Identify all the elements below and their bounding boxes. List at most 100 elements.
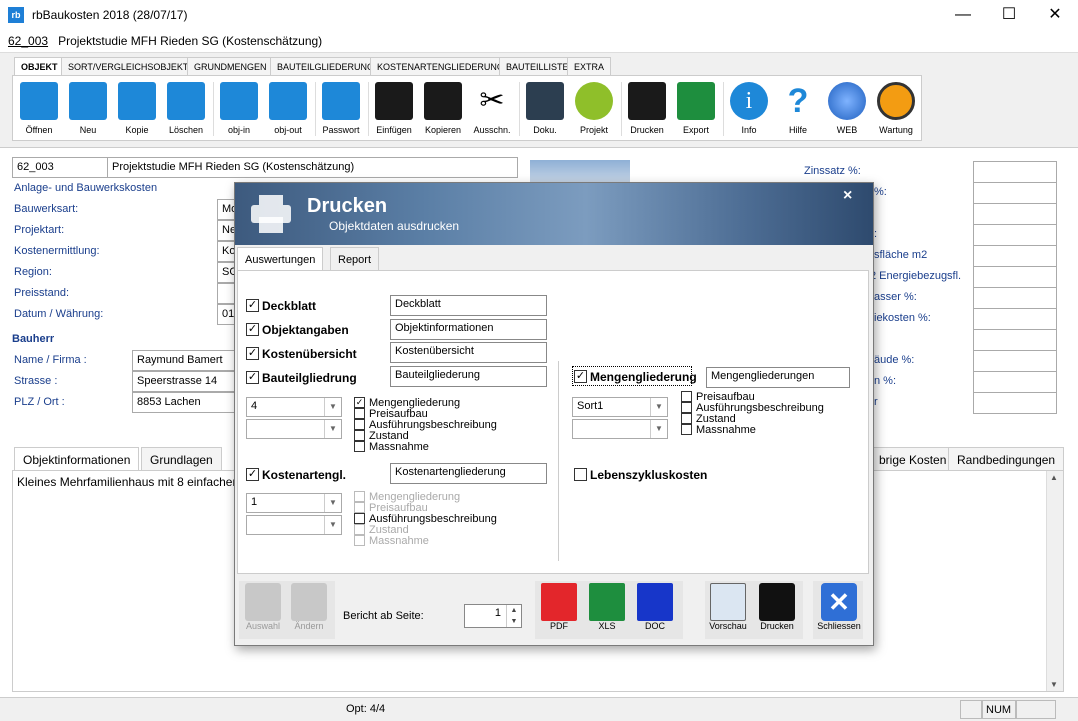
- objektangaben-field[interactable]: Objektinformationen: [390, 319, 547, 340]
- bauteil-zustand-checkbox[interactable]: [354, 430, 365, 441]
- minimize-button[interactable]: —: [940, 0, 986, 30]
- kostenuebersicht-checkbox[interactable]: ✓: [246, 347, 259, 360]
- obj-in-button[interactable]: obj-in: [215, 80, 263, 138]
- mg-preis-checkbox[interactable]: [681, 391, 692, 402]
- obj-out-button[interactable]: obj-out: [264, 80, 312, 138]
- lebenszyklus-checkbox[interactable]: [574, 468, 587, 481]
- label-projektart: Projektart:: [14, 224, 65, 236]
- kostenart-checkbox[interactable]: ✓: [246, 468, 259, 481]
- vorschau-button[interactable]: Vorschau: [706, 583, 750, 631]
- drucken-button[interactable]: Drucken: [623, 80, 671, 138]
- xls-button[interactable]: XLS: [585, 583, 629, 631]
- dialog-close-icon[interactable]: ×: [843, 187, 852, 205]
- schliessen-button[interactable]: ✕ Schliessen: [816, 583, 862, 631]
- drucken-dialog-button[interactable]: Drucken: [755, 583, 799, 631]
- mg-zustand-checkbox[interactable]: [681, 413, 692, 424]
- bauteil-massnahme-checkbox[interactable]: [354, 441, 365, 452]
- tab-bauteilgliederung[interactable]: BAUTEILGLIEDERUNG: [270, 57, 382, 75]
- bauteilgliederung-checkbox[interactable]: ✓: [246, 371, 259, 384]
- kopieren-button[interactable]: Kopieren: [419, 80, 467, 138]
- right-field-12[interactable]: [973, 392, 1057, 414]
- name-field[interactable]: Raymund Bamert: [132, 350, 236, 371]
- passwort-button[interactable]: Passwort: [317, 80, 365, 138]
- object-name-field[interactable]: Projektstudie MFH Rieden SG (Kostenschät…: [107, 157, 518, 178]
- chevron-down-icon[interactable]: ▼: [324, 494, 341, 512]
- doc-button[interactable]: DOC: [633, 583, 677, 631]
- deckblatt-checkbox[interactable]: ✓: [246, 299, 259, 312]
- tab-report[interactable]: Report: [330, 247, 380, 271]
- mg-massnahme-checkbox[interactable]: [681, 424, 692, 435]
- xls-icon: [677, 82, 715, 120]
- kostenart-sort-select[interactable]: ▼: [246, 515, 342, 535]
- right-field-3[interactable]: [973, 203, 1057, 225]
- tab-bauteilliste[interactable]: BAUTEILLISTE: [499, 57, 576, 75]
- bauteilgliederung-field[interactable]: Bauteilgliederung: [390, 366, 547, 387]
- chevron-down-icon[interactable]: ▼: [650, 398, 667, 416]
- tab-auswertungen[interactable]: Auswertungen: [237, 247, 324, 271]
- oeffnen-button[interactable]: Öffnen: [15, 80, 63, 138]
- plz-field[interactable]: 8853 Lachen: [132, 392, 236, 413]
- right-field-10[interactable]: [973, 350, 1057, 372]
- menge-sort-select[interactable]: Sort1 ▼: [572, 397, 668, 417]
- wartung-button[interactable]: Wartung: [872, 80, 920, 138]
- tab-sort[interactable]: SORT/VERGLEICHSOBJEKTE: [61, 57, 202, 75]
- right-field-6[interactable]: [973, 266, 1057, 288]
- menge-focus-box[interactable]: ✓ Mengengliederung: [572, 366, 697, 386]
- scroll-down-icon[interactable]: ▼: [1050, 680, 1058, 689]
- mg-ausf-checkbox[interactable]: [681, 402, 692, 413]
- chevron-down-icon[interactable]: ▼: [324, 516, 341, 534]
- tab-grundmengen[interactable]: GRUNDMENGEN: [187, 57, 274, 75]
- loeschen-button[interactable]: Löschen: [162, 80, 210, 138]
- menge-checkbox[interactable]: ✓: [574, 370, 587, 383]
- scroll-up-icon[interactable]: ▲: [1050, 473, 1058, 482]
- ausschneiden-button[interactable]: ✂ Ausschn.: [468, 80, 516, 138]
- ka-ausf-checkbox[interactable]: [354, 513, 365, 524]
- objektangaben-checkbox[interactable]: ✓: [246, 323, 259, 336]
- kostenart-level-select[interactable]: 1 ▼: [246, 493, 342, 513]
- projekt-button[interactable]: Projekt: [570, 80, 618, 138]
- info-button[interactable]: i Info: [725, 80, 773, 138]
- tab-extra[interactable]: EXTRA: [567, 57, 612, 75]
- doku-button[interactable]: Doku.: [521, 80, 569, 138]
- maximize-button[interactable]: ☐: [986, 0, 1032, 30]
- tab-uebrige-kosten[interactable]: brige Kosten: [870, 447, 956, 471]
- menge-sort2-select[interactable]: ▼: [572, 419, 668, 439]
- scrollbar[interactable]: ▲ ▼: [1046, 471, 1063, 691]
- right-field-5[interactable]: [973, 245, 1057, 267]
- export-button[interactable]: Export: [672, 80, 720, 138]
- kostenart-field[interactable]: Kostenartengliederung: [390, 463, 547, 484]
- einfuegen-button[interactable]: Einfügen: [370, 80, 418, 138]
- strasse-field[interactable]: Speerstrasse 14: [132, 371, 236, 392]
- right-field-11[interactable]: [973, 371, 1057, 393]
- right-field-2[interactable]: [973, 182, 1057, 204]
- hilfe-button[interactable]: ? Hilfe: [774, 80, 822, 138]
- close-window-button[interactable]: ✕: [1032, 0, 1078, 30]
- deckblatt-field[interactable]: Deckblatt: [390, 295, 547, 316]
- chevron-down-icon[interactable]: ▼: [324, 398, 341, 416]
- bauteil-level-select[interactable]: 4 ▼: [246, 397, 342, 417]
- kostenuebersicht-field[interactable]: Kostenübersicht: [390, 342, 547, 363]
- tab-kostenartengliederung[interactable]: KOSTENARTENGLIEDERUNG: [370, 57, 511, 75]
- bauteil-sort-select[interactable]: ▼: [246, 419, 342, 439]
- chevron-down-icon[interactable]: ▼: [324, 420, 341, 438]
- tab-objekt[interactable]: OBJEKT: [14, 57, 65, 75]
- bauteil-menge-checkbox[interactable]: ✓: [354, 397, 365, 408]
- tab-grundlagen[interactable]: Grundlagen: [141, 447, 222, 471]
- web-button[interactable]: WEB: [823, 80, 871, 138]
- tab-randbedingungen[interactable]: Randbedingungen: [948, 447, 1065, 471]
- object-id-field[interactable]: 62_003: [12, 157, 108, 178]
- pdf-button[interactable]: PDF: [537, 583, 581, 631]
- tab-objektinformationen[interactable]: Objektinformationen: [14, 447, 140, 471]
- right-field-9[interactable]: [973, 329, 1057, 351]
- chevron-down-icon[interactable]: ▼: [650, 420, 667, 438]
- menge-field[interactable]: Mengengliederungen: [706, 367, 850, 388]
- neu-button[interactable]: Neu: [64, 80, 112, 138]
- right-field-4[interactable]: [973, 224, 1057, 246]
- page-spinner[interactable]: ▲ ▼: [506, 605, 521, 627]
- bauteil-preis-checkbox[interactable]: [354, 408, 365, 419]
- right-field-7[interactable]: [973, 287, 1057, 309]
- kopie-button[interactable]: Kopie: [113, 80, 161, 138]
- right-field-1[interactable]: [973, 161, 1057, 183]
- bauteil-ausf-checkbox[interactable]: [354, 419, 365, 430]
- right-field-8[interactable]: [973, 308, 1057, 330]
